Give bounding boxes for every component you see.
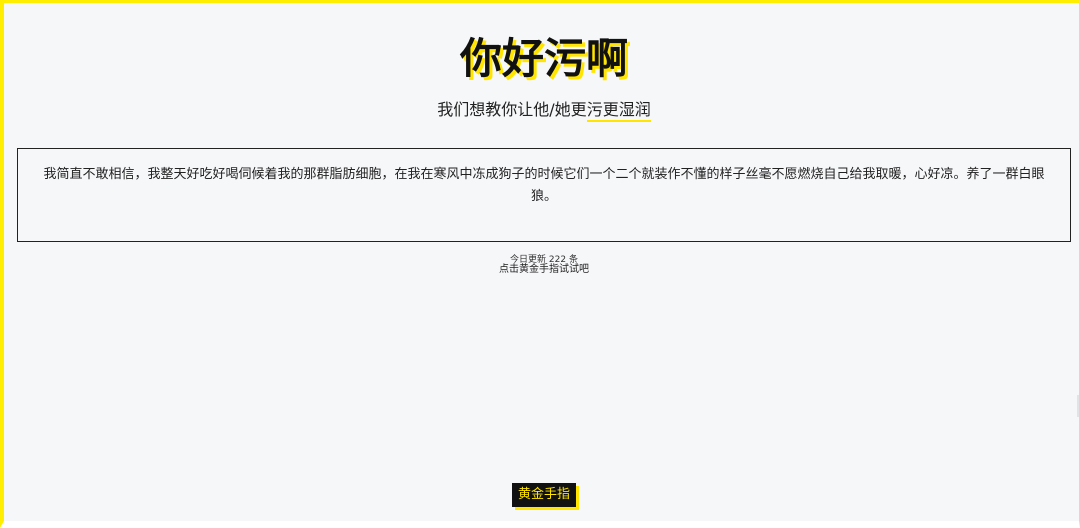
subtitle-highlight: 污更湿润 [586,100,651,122]
hint-text: 点击黄金手指试试吧 [499,264,589,275]
quote-text: 我简直不敢相信，我整天好吃好喝伺候着我的那群脂肪细胞，在我在寒风中冻成狗子的时候… [43,167,1045,204]
subtitle: 我们想教你让他/她更污更湿润 [437,98,651,122]
page: 你好污啊 我们想教你让他/她更污更湿润 我简直不敢相信，我整天好吃好喝伺候着我的… [0,0,1080,528]
subtitle-container: 我们想教你让他/她更污更湿润 [4,98,1080,122]
subtitle-prefix: 我们想教你让他/她更 [437,100,587,119]
scrollbar-handle[interactable] [1077,395,1079,417]
gold-finger-button[interactable]: 黄金手指 [512,483,576,507]
page-title: 你好污啊 [459,34,628,83]
quote-box: 我简直不敢相信，我整天好吃好喝伺候着我的那群脂肪细胞，在我在寒风中冻成狗子的时候… [17,148,1071,242]
